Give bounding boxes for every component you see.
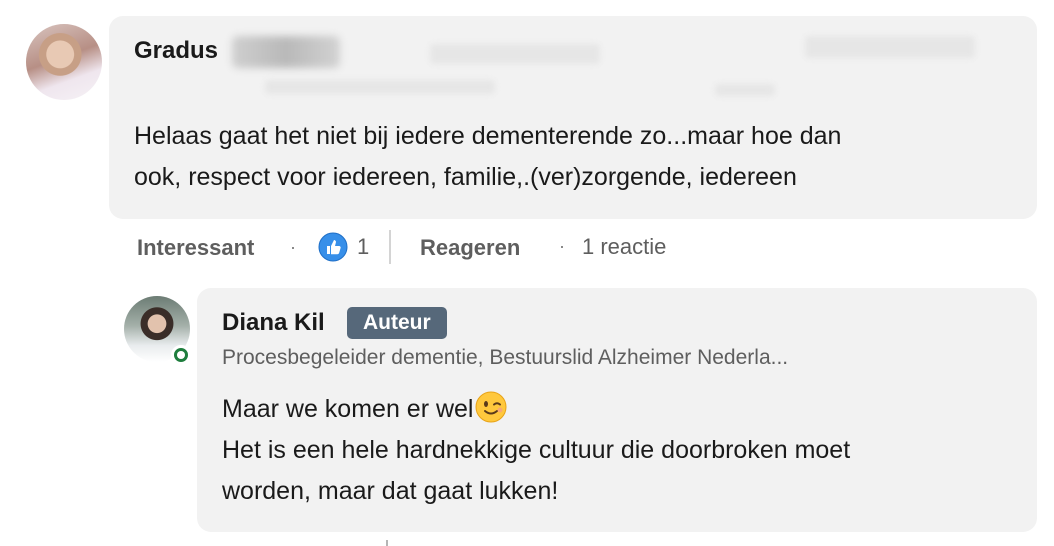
commenter-name[interactable]: Gradus <box>134 37 218 65</box>
separator-dot: · <box>559 236 565 256</box>
thread-line-fragment <box>386 540 388 546</box>
comment-text: Helaas gaat het niet bij iedere dementer… <box>134 116 1014 198</box>
action-divider <box>389 230 391 264</box>
redacted-meta <box>715 84 775 96</box>
comment-text-line: ook, respect voor iedereen, familie,.(ve… <box>134 163 797 191</box>
redacted-header-text <box>430 44 600 64</box>
redacted-timestamp <box>805 36 975 58</box>
reply-text-line-1: Maar we komen er wel <box>222 395 474 423</box>
reply-author-name[interactable]: Diana Kil <box>222 309 325 337</box>
reply-author-headline: Procesbegeleider dementie, Bestuurslid A… <box>222 346 789 369</box>
separator-dot: · <box>290 237 296 257</box>
redacted-headline <box>265 80 495 94</box>
author-badge: Auteur <box>347 307 447 339</box>
comment-text-line: Helaas gaat het niet bij iedere dementer… <box>134 122 842 150</box>
reply-text-line-3: worden, maar dat gaat lukken! <box>222 477 559 505</box>
interesting-button[interactable]: Interessant <box>137 235 254 261</box>
redacted-surname <box>232 36 340 68</box>
reply-button[interactable]: Reageren <box>420 235 520 261</box>
reply-text: Maar we komen er wel Het is een hele har… <box>222 389 1012 512</box>
reply-text-line: Maar we komen er wel <box>222 389 1012 430</box>
online-status-indicator <box>171 345 191 365</box>
reaction-count[interactable]: 1 <box>357 234 369 260</box>
winking-face-icon <box>475 391 507 423</box>
replies-count-link[interactable]: 1 reactie <box>582 234 666 260</box>
reply-text-line-2: Het is een hele hardnekkige cultuur die … <box>222 436 851 464</box>
commenter-avatar[interactable] <box>26 24 102 100</box>
like-reaction-icon[interactable] <box>318 232 348 262</box>
